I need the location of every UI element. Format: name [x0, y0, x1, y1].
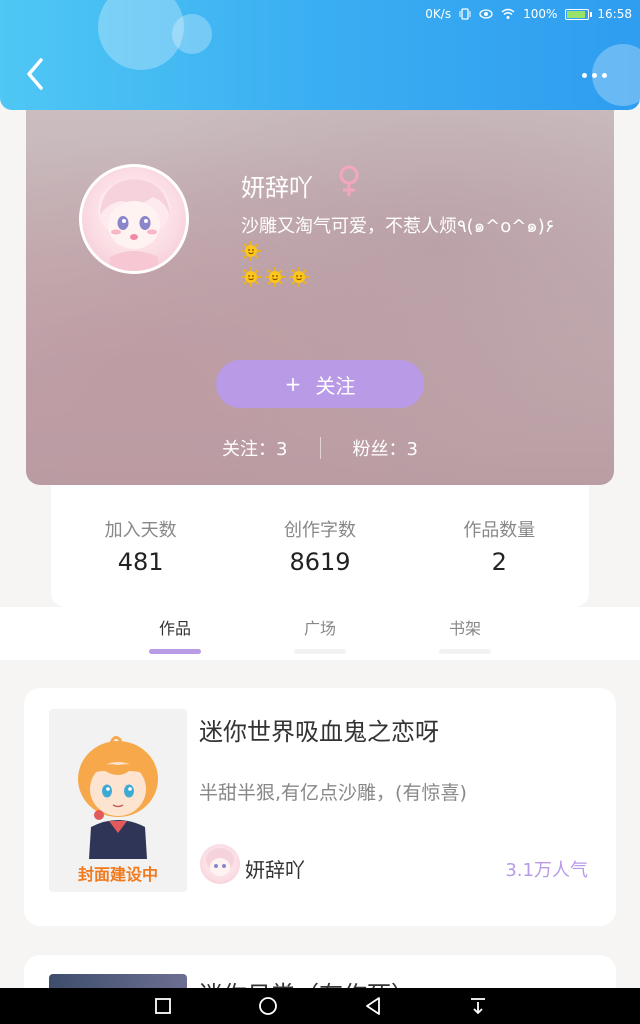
follow-stats: 关注：3 粉丝：3 [26, 430, 614, 466]
home-button[interactable] [254, 992, 282, 1020]
follow-button-label: 关注 [315, 373, 356, 398]
stat-value: 2 [491, 548, 507, 576]
female-gender-icon [336, 164, 362, 198]
top-header: 0K/s 100% 16:58 [0, 0, 640, 110]
tab-works[interactable]: 作品 [140, 615, 210, 639]
stat-value: 8619 [289, 548, 351, 576]
network-speed: 0K/s [425, 7, 452, 21]
sun-emoji-icon [265, 267, 285, 287]
sun-emoji-icon [241, 241, 261, 261]
work-description: 半甜半狠,有亿点沙雕，(有惊喜) [199, 782, 467, 804]
profile-card: 妍辞吖 沙雕又淘气可爱，不惹人烦٩(๑^o^๑)۶ + 关注 关注：3 粉丝：3 [26, 90, 614, 485]
notification-pull-button[interactable] [464, 992, 492, 1020]
sun-emoji-icon [289, 267, 309, 287]
more-options-button[interactable] [576, 64, 612, 86]
work-cover[interactable]: 封面建设中 [49, 709, 187, 892]
tab-active-indicator [149, 649, 201, 654]
tab-indicator [294, 649, 346, 654]
pull-down-icon [470, 998, 485, 1015]
tab-square[interactable]: 广场 [285, 615, 355, 639]
battery-percent: 100% [523, 7, 558, 21]
square-icon [154, 998, 171, 1014]
user-avatar[interactable] [79, 164, 189, 274]
author-avatar[interactable] [200, 844, 240, 884]
tab-indicator [439, 649, 491, 654]
divider [319, 437, 321, 459]
recent-apps-button[interactable] [149, 992, 177, 1020]
followers-count[interactable]: 粉丝：3 [353, 435, 418, 461]
work-title[interactable]: 迷你世界吸血鬼之恋呀 [199, 712, 439, 747]
sun-emoji-icon [241, 267, 261, 287]
decorative-bubble [172, 14, 212, 54]
triangle-back-icon [365, 997, 380, 1015]
battery-icon [565, 8, 593, 20]
clock: 16:58 [597, 7, 632, 21]
more-dots-icon [591, 72, 597, 78]
eye-icon [479, 8, 493, 20]
bio-text: 沙雕又淘气可爱，不惹人烦٩(๑^o^๑)۶ [241, 216, 555, 237]
stat-label: 创作字数 [283, 520, 356, 541]
cover-placeholder-label: 封面建设中 [77, 865, 158, 884]
stat-label: 作品数量 [463, 520, 536, 541]
more-dots-icon [581, 72, 587, 78]
stat-value: 481 [117, 548, 164, 576]
tab-bookshelf[interactable]: 书架 [430, 615, 500, 639]
author-name[interactable]: 妍辞吖 [245, 854, 305, 883]
status-bar: 0K/s 100% 16:58 [425, 4, 632, 24]
system-navigation-bar [0, 988, 640, 1024]
content-tabs: 作品 广场 书架 [0, 607, 640, 660]
stat-label: 加入天数 [104, 520, 177, 541]
plus-icon: + [284, 372, 302, 396]
follow-button[interactable]: + 关注 [216, 360, 424, 408]
back-button[interactable] [18, 54, 52, 94]
vibrate-icon [459, 8, 471, 20]
wifi-icon [501, 8, 515, 20]
chevron-left-icon [27, 58, 43, 90]
back-nav-button[interactable] [359, 992, 387, 1020]
popularity-count: 3.1万人气 [505, 860, 588, 881]
following-count[interactable]: 关注：3 [222, 435, 287, 461]
more-dots-icon [601, 72, 607, 78]
stats-card: 加入天数 481 创作字数 8619 作品数量 2 [51, 485, 589, 607]
stat-works-count: 作品数量 2 [419, 516, 579, 576]
work-card[interactable]: 封面建设中 迷你世界吸血鬼之恋呀 半甜半狠,有亿点沙雕，(有惊喜) 妍辞吖 3.… [24, 688, 616, 926]
stat-join-days: 加入天数 481 [61, 516, 221, 576]
stat-word-count: 创作字数 8619 [240, 516, 400, 576]
placeholder-cover-illustration [78, 736, 158, 859]
anime-avatar-illustration [98, 179, 170, 271]
username: 妍辞吖 [241, 174, 313, 202]
user-bio: 沙雕又淘气可爱，不惹人烦٩(๑^o^๑)۶ [241, 214, 581, 292]
circle-icon [258, 997, 277, 1015]
